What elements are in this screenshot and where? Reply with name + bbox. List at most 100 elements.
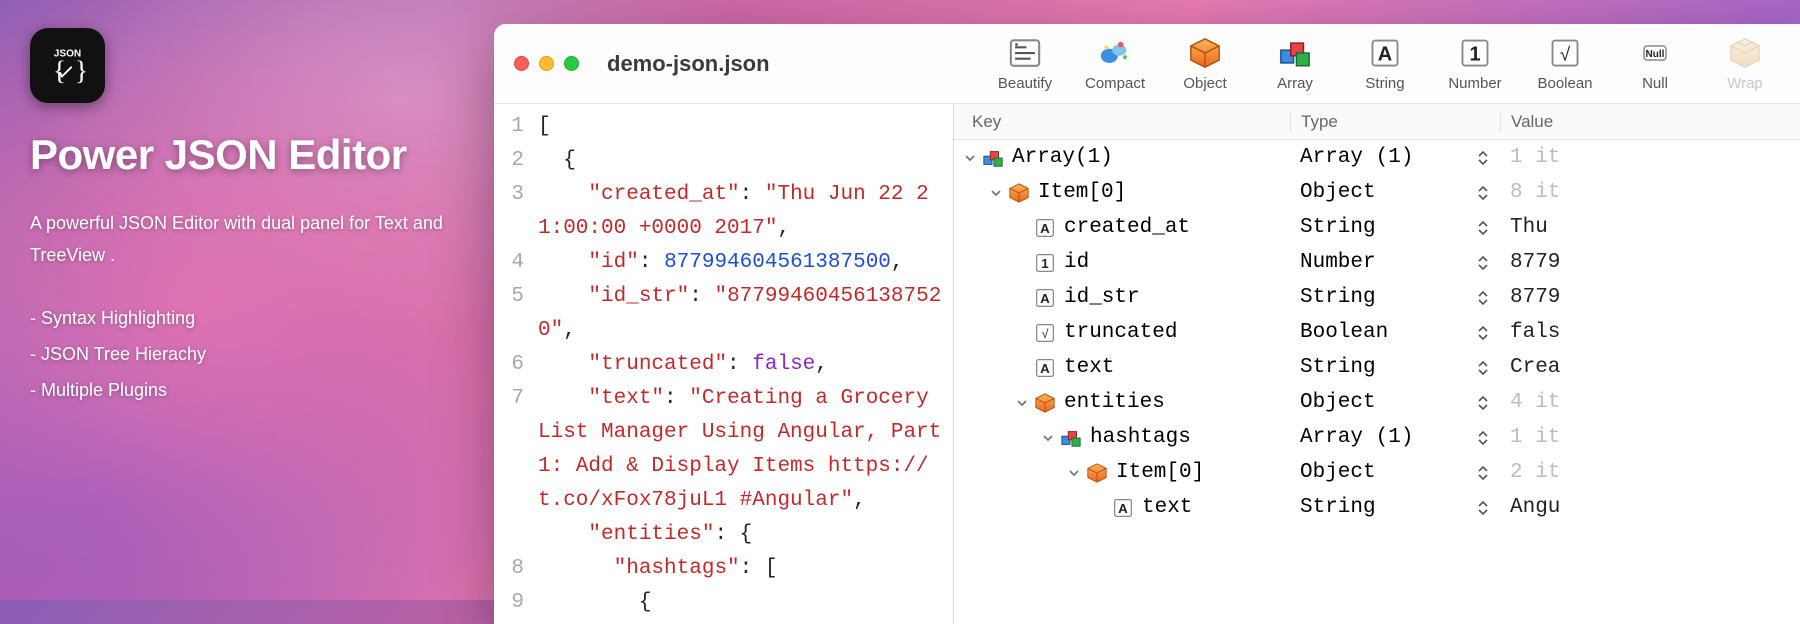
tree-row[interactable]: truncated Boolean fals: [954, 315, 1800, 350]
tree-type: String: [1300, 216, 1376, 239]
tree-row[interactable]: text String Angu: [954, 490, 1800, 525]
type-stepper[interactable]: [1476, 148, 1490, 168]
tree-header-key[interactable]: Key: [954, 112, 1290, 132]
toolbar-boolean-button[interactable]: Boolean: [1524, 31, 1606, 96]
line-number: 1: [494, 110, 524, 144]
content-split: 123 45 67 8910 [ { "created_at": "Thu Ju…: [494, 104, 1800, 624]
toolbar-array-button[interactable]: Array: [1254, 31, 1336, 96]
wrap-icon: [1727, 35, 1763, 71]
tree-key: id_str: [1064, 286, 1140, 309]
disclosure-chevron-icon[interactable]: [1066, 465, 1082, 481]
tree-row[interactable]: id_str String 8779: [954, 280, 1800, 315]
object-icon: [1008, 182, 1030, 204]
toolbar-null-button[interactable]: Null: [1614, 31, 1696, 96]
window-zoom-button[interactable]: [564, 56, 579, 71]
window-title: demo-json.json: [607, 51, 770, 77]
svg-text:}: }: [75, 54, 88, 85]
svg-text:{: {: [53, 54, 66, 85]
tree-type: Array (1): [1300, 146, 1413, 169]
null-icon: [1637, 35, 1673, 71]
tree-value: Angu: [1500, 496, 1800, 519]
hero-feature-2: - JSON Tree Hierachy: [30, 336, 480, 372]
type-stepper[interactable]: [1476, 463, 1490, 483]
disclosure-chevron-icon[interactable]: [988, 185, 1004, 201]
object-icon: [1034, 392, 1056, 414]
tree-key: id: [1064, 251, 1089, 274]
tree-type: Object: [1300, 461, 1376, 484]
tree-type: Boolean: [1300, 321, 1388, 344]
string-icon: [1034, 287, 1056, 309]
window-close-button[interactable]: [514, 56, 529, 71]
titlebar: demo-json.json Beautify Compact Object A…: [494, 24, 1800, 104]
type-stepper[interactable]: [1476, 323, 1490, 343]
toolbar-number-button[interactable]: Number: [1434, 31, 1516, 96]
tree-type: String: [1300, 496, 1376, 519]
type-stepper[interactable]: [1476, 288, 1490, 308]
disclosure-chevron-icon[interactable]: [1014, 395, 1030, 411]
tree-key: Array(1): [1012, 146, 1113, 169]
spacer: [1014, 255, 1030, 271]
tree-type: String: [1300, 356, 1376, 379]
toolbar-label: Boolean: [1537, 75, 1592, 92]
type-stepper[interactable]: [1476, 183, 1490, 203]
bool-icon: [1034, 322, 1056, 344]
type-stepper[interactable]: [1476, 498, 1490, 518]
array-icon: [1277, 35, 1313, 71]
tree-row[interactable]: Array(1) Array (1) 1 it: [954, 140, 1800, 175]
line-number: 6: [494, 348, 524, 382]
tree-key: truncated: [1064, 321, 1177, 344]
toolbar-label: Array: [1277, 75, 1313, 92]
tree-value: 8779: [1500, 251, 1800, 274]
tree-row[interactable]: entities Object 4 it: [954, 385, 1800, 420]
tree-key: created_at: [1064, 216, 1190, 239]
tree-row[interactable]: created_at String Thu: [954, 210, 1800, 245]
tree-type: Object: [1300, 181, 1376, 204]
text-editor-pane[interactable]: 123 45 67 8910 [ { "created_at": "Thu Ju…: [494, 104, 954, 624]
type-stepper[interactable]: [1476, 358, 1490, 378]
spacer: [1014, 360, 1030, 376]
disclosure-chevron-icon[interactable]: [1040, 430, 1056, 446]
string-icon: [1367, 35, 1403, 71]
tree-key: hashtags: [1090, 426, 1191, 449]
tree-view-pane: Key Type Value Array(1) Array (1) 1 it I…: [954, 104, 1800, 624]
disclosure-chevron-icon[interactable]: [962, 150, 978, 166]
type-stepper[interactable]: [1476, 393, 1490, 413]
line-number: 4: [494, 246, 524, 280]
spacer: [1092, 500, 1108, 516]
toolbar-compact-button[interactable]: Compact: [1074, 31, 1156, 96]
code-area[interactable]: [ { "created_at": "Thu Jun 22 21:00:00 +…: [532, 104, 953, 624]
toolbar-object-button[interactable]: Object: [1164, 31, 1246, 96]
toolbar-beautify-button[interactable]: Beautify: [984, 31, 1066, 96]
tree-value: 1 it: [1500, 146, 1800, 169]
line-number: 10: [494, 620, 524, 624]
tree-row[interactable]: Item[0] Object 2 it: [954, 455, 1800, 490]
toolbar-label: Wrap: [1727, 75, 1763, 92]
type-stepper[interactable]: [1476, 253, 1490, 273]
tree-header-value[interactable]: Value: [1500, 112, 1800, 132]
tree-value: 8779: [1500, 286, 1800, 309]
toolbar-label: Beautify: [998, 75, 1052, 92]
tree-key: text: [1064, 356, 1114, 379]
type-stepper[interactable]: [1476, 428, 1490, 448]
app-icon: JSON { }: [30, 28, 105, 103]
tree-key: Item[0]: [1038, 181, 1126, 204]
hero-feature-3: - Multiple Plugins: [30, 372, 480, 408]
tree-value: 2 it: [1500, 461, 1800, 484]
tree-header-type[interactable]: Type: [1290, 112, 1500, 132]
line-number: 5: [494, 280, 524, 314]
toolbar-string-button[interactable]: String: [1344, 31, 1426, 96]
traffic-lights: [514, 56, 579, 71]
toolbar-wrap-button[interactable]: Wrap: [1704, 31, 1786, 96]
string-icon: [1112, 497, 1134, 519]
tree-row[interactable]: text String Crea: [954, 350, 1800, 385]
window-minimize-button[interactable]: [539, 56, 554, 71]
hero: JSON { } Power JSON Editor A powerful JS…: [30, 28, 480, 408]
tree-row[interactable]: Item[0] Object 8 it: [954, 175, 1800, 210]
type-stepper[interactable]: [1476, 218, 1490, 238]
boolean-icon: [1547, 35, 1583, 71]
tree-row[interactable]: id Number 8779: [954, 245, 1800, 280]
tree-value: 8 it: [1500, 181, 1800, 204]
tree-row[interactable]: hashtags Array (1) 1 it: [954, 420, 1800, 455]
array-icon: [1060, 427, 1082, 449]
spacer: [1014, 325, 1030, 341]
